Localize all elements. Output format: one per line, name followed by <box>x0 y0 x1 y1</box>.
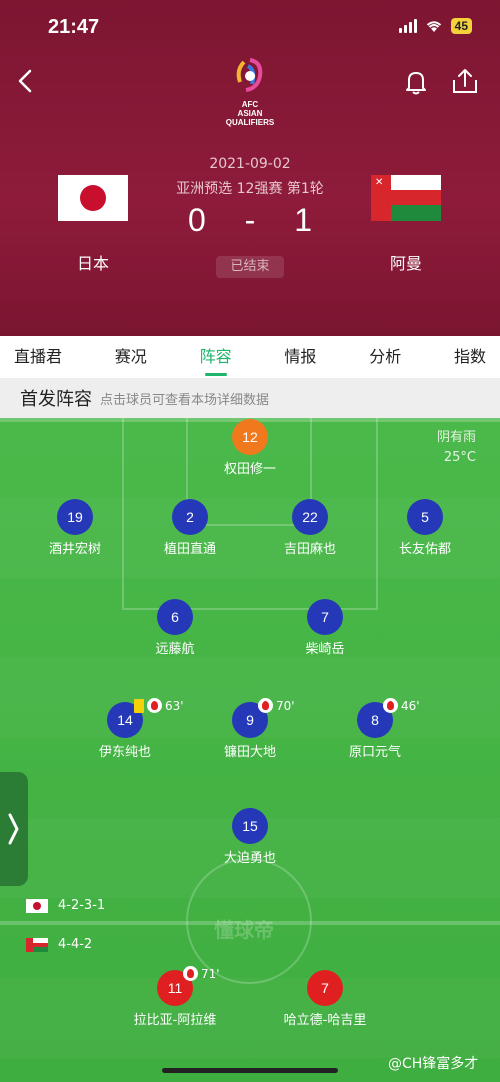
player-number: 22 <box>292 499 328 535</box>
player-number: 12 <box>232 419 268 455</box>
substitution-icon <box>383 698 398 713</box>
player-name: 拉比亚-阿拉维 <box>133 1013 217 1028</box>
tab-match-status[interactable]: 赛况 <box>115 336 147 378</box>
player-name: 权田修一 <box>223 462 276 477</box>
match-date: 2021-09-02 <box>209 156 291 172</box>
player-number: 19 <box>57 499 93 535</box>
player-name: 远藤航 <box>155 642 195 657</box>
away-score: 1 <box>294 202 313 238</box>
pitch-logo: 懂球帝 <box>214 918 274 942</box>
logo-line-3: QUALIFIERS <box>225 118 275 127</box>
player-name: 镰田大地 <box>223 745 276 760</box>
player-name: 柴崎岳 <box>305 642 345 657</box>
substitution-minute: 46' <box>401 698 420 713</box>
substitution-minute: 63' <box>165 698 184 713</box>
status-time: 21:47 <box>48 16 100 38</box>
afc-emblem-icon <box>236 58 263 92</box>
share-icon[interactable] <box>450 66 480 96</box>
player-name: 原口元气 <box>348 745 401 760</box>
tab-bar: 直播君 赛况 阵容 情报 分析 指数 <box>0 336 500 378</box>
player-number: 7 <box>307 970 343 1006</box>
player-name: 植田直通 <box>163 542 216 557</box>
player-number: 7 <box>307 599 343 635</box>
substitution-minute: 71' <box>201 966 220 981</box>
player-name: 哈立德-哈吉里 <box>283 1013 367 1028</box>
player-name: 长友佑都 <box>398 542 451 557</box>
player-events: 46' <box>383 698 420 713</box>
oman-flag-icon <box>26 937 48 952</box>
player-name: 吉田麻也 <box>283 542 336 557</box>
substitution-icon <box>258 698 273 713</box>
score: 0 - 1 <box>0 202 500 239</box>
side-drawer-handle[interactable] <box>0 772 28 886</box>
opponent-player[interactable]: 7 哈立德-哈吉里 <box>265 970 385 1028</box>
player-striker[interactable]: 15 大迫勇也 <box>190 808 310 866</box>
match-header: 21:47 45 AFC ASIAN QUALIFIERS ✕ 2021-09-… <box>0 0 500 336</box>
logo-line-1: AFC <box>241 100 259 109</box>
weather: 阴有雨 25°C <box>437 428 476 468</box>
home-indicator[interactable] <box>162 1068 338 1073</box>
score-separator: - <box>244 202 256 238</box>
home-team-name[interactable]: 日本 <box>53 250 133 274</box>
player-events: 70' <box>258 698 295 713</box>
player-name: 伊东纯也 <box>98 745 151 760</box>
lineup-hint: 点击球员可查看本场详细数据 <box>100 392 270 408</box>
japan-flag-icon <box>26 898 48 913</box>
player-events: 63' <box>134 698 184 713</box>
tab-info[interactable]: 情报 <box>284 336 316 378</box>
home-formation-text: 4-2-3-1 <box>58 898 106 913</box>
player-name: 大迫勇也 <box>223 851 276 866</box>
battery-indicator: 45 <box>450 18 472 34</box>
player-defensive-mid[interactable]: 6 远藤航 <box>115 599 235 657</box>
player-number: 5 <box>407 499 443 535</box>
match-status-badge: 已结束 <box>216 256 284 278</box>
player-center-back[interactable]: 2 植田直通 <box>130 499 250 557</box>
yellow-card-icon <box>134 698 144 713</box>
away-formation-text: 4-4-2 <box>58 937 93 952</box>
player-right-back[interactable]: 19 酒井宏树 <box>15 499 135 557</box>
tab-live[interactable]: 直播君 <box>14 336 62 378</box>
substitution-minute: 70' <box>276 698 295 713</box>
player-center-back[interactable]: 22 吉田麻也 <box>250 499 370 557</box>
player-number: 6 <box>157 599 193 635</box>
away-formation: 4-4-2 <box>26 937 92 952</box>
chevron-right-icon <box>8 813 19 845</box>
tab-lineup[interactable]: 阵容 <box>200 336 232 378</box>
substitution-icon <box>183 966 198 981</box>
player-number: 2 <box>172 499 208 535</box>
player-events: 71' <box>183 966 220 981</box>
signal-icon <box>398 19 417 33</box>
away-team-name[interactable]: 阿曼 <box>366 250 446 274</box>
tab-odds[interactable]: 指数 <box>454 336 486 378</box>
weather-condition: 阴有雨 <box>436 430 476 445</box>
player-left-back[interactable]: 5 长友佑都 <box>365 499 485 557</box>
home-formation: 4-2-3-1 <box>26 898 105 913</box>
watermark: @CH锋富多才 <box>388 1056 479 1072</box>
lineup-subheader: 首发阵容 点击球员可查看本场详细数据 <box>0 378 500 418</box>
player-defensive-mid[interactable]: 7 柴崎岳 <box>265 599 385 657</box>
wifi-icon <box>426 21 441 32</box>
player-goalkeeper[interactable]: 12 权田修一 <box>190 419 310 477</box>
logo-line-2: ASIAN <box>237 109 263 118</box>
competition-name: 亚洲预选 12强赛 第1轮 <box>176 181 324 197</box>
back-arrow-icon[interactable] <box>14 66 38 96</box>
afc-qualifiers-logo: AFC ASIAN QUALIFIERS <box>218 56 282 127</box>
home-score: 0 <box>187 202 206 238</box>
player-number: 15 <box>232 808 268 844</box>
substitution-icon <box>147 698 162 713</box>
player-name: 酒井宏树 <box>48 542 101 557</box>
weather-temperature: 25°C <box>443 450 476 465</box>
tab-analysis[interactable]: 分析 <box>369 336 401 378</box>
status-icons: 45 <box>398 18 472 34</box>
lineup-title: 首发阵容 <box>20 389 92 410</box>
bell-icon[interactable] <box>402 68 430 96</box>
